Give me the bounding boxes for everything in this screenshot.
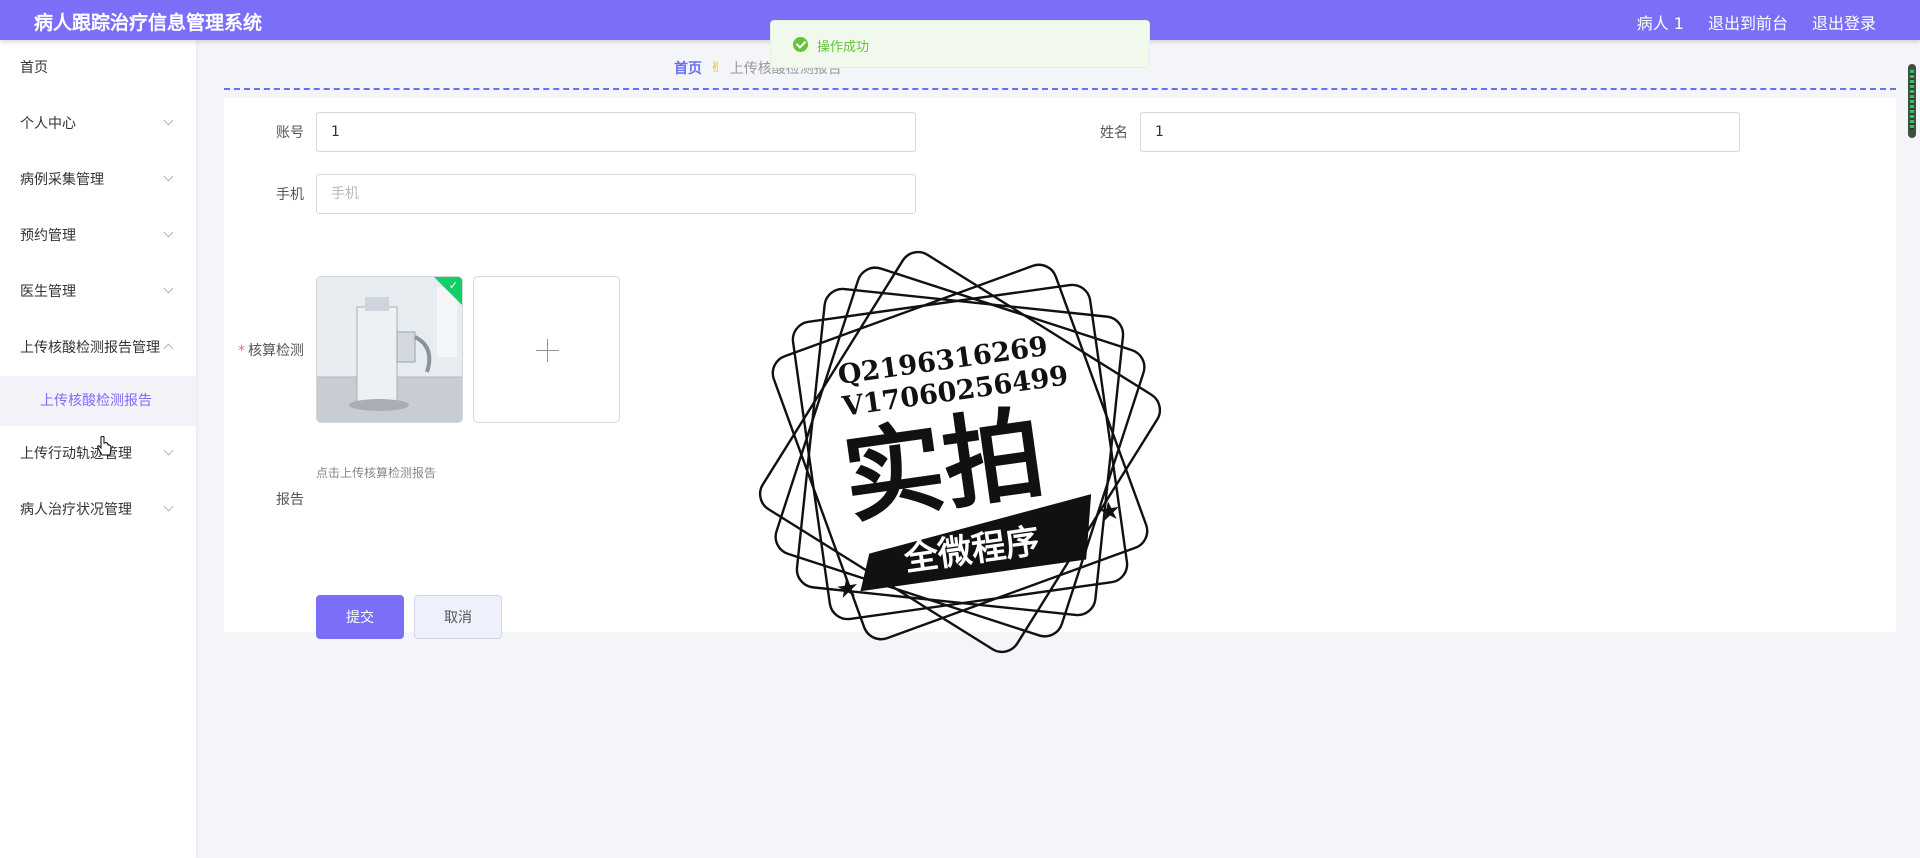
name-input[interactable]: 1: [1140, 112, 1740, 152]
plus-icon-vertical: [547, 339, 548, 362]
check-icon: ✓: [448, 279, 458, 292]
page-scrollbar[interactable]: [1908, 64, 1916, 138]
sidebar-item-label: 个人中心: [20, 116, 76, 132]
current-user-label[interactable]: 病人 1: [1637, 10, 1684, 34]
sidebar-item-personal-center[interactable]: 个人中心: [0, 96, 196, 152]
sidebar-item-label: 病人治疗状况管理: [20, 502, 132, 518]
sidebar-item-label: 上传核酸检测报告管理: [20, 340, 160, 356]
success-check-icon: [793, 37, 808, 52]
chevron-down-icon: [164, 96, 174, 152]
sidebar-item-treatment-status[interactable]: 病人治疗状况管理: [0, 482, 196, 538]
phone-input[interactable]: 手机: [316, 174, 916, 214]
xray-machine-photo: [317, 277, 462, 422]
sidebar-item-case-collection[interactable]: 病例采集管理: [0, 152, 196, 208]
sidebar-item-home[interactable]: 首页: [0, 40, 196, 96]
hand-icon: ✌: [710, 60, 722, 76]
name-label: 姓名: [1100, 125, 1128, 141]
sidebar-item-label: 病例采集管理: [20, 172, 104, 188]
sidebar-subitem-upload-nucleic-report[interactable]: 上传核酸检测报告: [0, 376, 196, 426]
back-to-front-link[interactable]: 退出到前台: [1708, 10, 1788, 34]
sidebar-item-label: 医生管理: [20, 284, 76, 300]
star-icon-right: ★: [1096, 495, 1123, 528]
watermark-stamp: Q2196316269 V17060256499 实拍 全微程序 ★ ★: [758, 250, 1162, 654]
breadcrumb-divider: [224, 88, 1896, 90]
chevron-down-icon: [164, 482, 174, 538]
app-title: 病人跟踪治疗信息管理系统: [34, 12, 263, 34]
chevron-up-icon: [164, 320, 174, 376]
chevron-down-icon: [164, 152, 174, 208]
star-icon: ★: [834, 572, 861, 605]
chevron-down-icon: [164, 264, 174, 320]
breadcrumb-home[interactable]: 首页: [674, 58, 702, 78]
sidebar-item-doctor[interactable]: 医生管理: [0, 264, 196, 320]
uploaded-image-thumbnail[interactable]: ✓: [316, 276, 463, 423]
success-toast: 操作成功: [770, 20, 1150, 68]
toast-message: 操作成功: [817, 40, 870, 55]
cancel-button[interactable]: 取消: [414, 595, 502, 639]
submit-button[interactable]: 提交: [316, 595, 404, 639]
nucleic-test-label-text: 核算检测: [248, 343, 304, 359]
hand-cursor-icon: [97, 436, 112, 456]
sidebar-item-nucleic-report-mgmt[interactable]: 上传核酸检测报告管理: [0, 320, 196, 376]
header-actions: 病人 1 退出到前台 退出登录: [1637, 10, 1876, 34]
sidebar-item-appointment[interactable]: 预约管理: [0, 208, 196, 264]
nucleic-test-label: * 核算检测: [224, 340, 304, 360]
upload-add-button[interactable]: [473, 276, 620, 423]
chevron-down-icon: [164, 426, 174, 482]
chevron-down-icon: [164, 208, 174, 264]
sidebar-item-label: 首页: [20, 60, 48, 76]
sidebar-item-label: 预约管理: [20, 228, 76, 244]
account-input[interactable]: 1: [316, 112, 916, 152]
logout-link[interactable]: 退出登录: [1812, 10, 1876, 34]
required-asterisk: *: [238, 343, 245, 359]
phone-label: 手机: [276, 187, 304, 203]
account-label: 账号: [276, 125, 304, 141]
upload-tip: 点击上传核算检测报告: [316, 466, 437, 480]
sidebar-item-label: 上传行动轨迹管理: [20, 446, 132, 462]
report-label: 报告: [276, 492, 304, 508]
